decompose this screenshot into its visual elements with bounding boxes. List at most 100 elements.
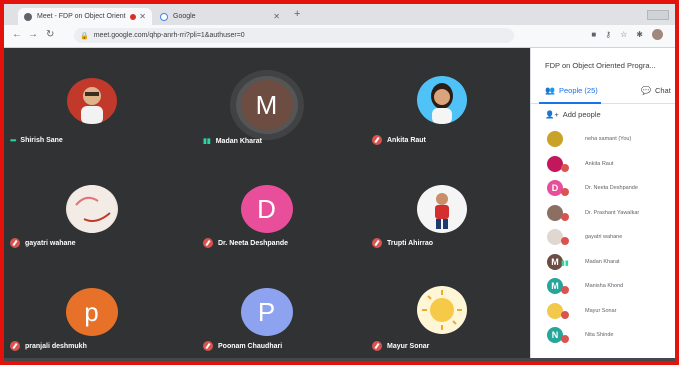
address-bar: ← → ↻ 🔒 meet.google.com/qhp-anrh-rri?pli…	[4, 25, 675, 48]
participant-photo	[66, 78, 117, 124]
avatar-initial: P	[240, 288, 293, 336]
participant-tile[interactable]: Mayur Sonar	[354, 254, 529, 357]
url-field[interactable]: 🔒 meet.google.com/qhp-anrh-rri?pli=1&aut…	[74, 28, 514, 43]
person-name: Madan Kharat	[585, 258, 620, 265]
list-item[interactable]: neha samant (You)	[531, 128, 675, 153]
mic-off-icon	[561, 212, 569, 221]
lock-icon: 🔒	[80, 32, 89, 40]
mic-off-icon	[10, 341, 20, 351]
participant-photo	[416, 76, 467, 124]
url-text: meet.google.com/qhp-anrh-rri?pli=1&authu…	[93, 32, 245, 39]
mic-off-icon	[561, 237, 569, 245]
participant-name: Trupti Ahirrao	[372, 238, 433, 248]
participant-tile[interactable]: gayatri wahane	[4, 151, 179, 254]
participant-name: Dr. Neeta Deshpande	[203, 238, 288, 248]
list-item[interactable]: M Manisha Khond	[531, 275, 675, 300]
forward-icon[interactable]: →	[28, 29, 38, 40]
people-list: neha samant (You) Ankita Raut D Dr. Neet…	[531, 128, 675, 349]
participant-tile[interactable]: ••• Shirish Sane	[4, 48, 179, 151]
meet-favicon-icon	[24, 12, 32, 21]
mic-off-icon	[10, 238, 20, 248]
tab-meet[interactable]: Meet - FDP on Object Orient ✕	[18, 8, 152, 25]
people-panel: FDP on Object Oriented Progra... 👥 Peopl…	[530, 48, 675, 361]
list-item[interactable]: D Dr. Neeta Deshpande	[531, 177, 675, 202]
tab-chat[interactable]: 💬 Chat	[641, 86, 671, 95]
person-name: Manisha Khond	[585, 283, 624, 289]
participant-tile[interactable]: Ankita Raut	[354, 48, 529, 151]
tab-meet-label: Meet - FDP on Object Orient	[37, 13, 126, 20]
close-tab-icon[interactable]: ✕	[273, 12, 280, 21]
participant-image	[416, 286, 467, 334]
participant-avatar: M	[235, 76, 298, 134]
address-bar-actions: ■ ⚷ ☆ ✱	[591, 29, 663, 40]
add-person-icon: 👤+	[545, 110, 559, 119]
mic-off-icon	[372, 341, 382, 351]
google-favicon-icon	[160, 12, 168, 21]
participant-name: ▮▮ Madan Kharat	[203, 137, 263, 146]
list-item[interactable]: Mayur Sonar	[531, 300, 675, 325]
participant-tile[interactable]: Trupti Ahirrao	[354, 151, 529, 254]
close-tab-icon[interactable]: ✕	[139, 12, 146, 21]
mic-off-icon	[561, 188, 569, 196]
participant-name: Mayur Sonar	[372, 341, 429, 351]
window-controls[interactable]	[647, 10, 669, 20]
add-people-button[interactable]: 👤+ Add people	[545, 110, 601, 119]
new-tab-icon[interactable]: +	[294, 8, 300, 20]
participant-name: Ankita Raut	[372, 135, 426, 145]
browser-tab-strip: Meet - FDP on Object Orient ✕ Google ✕ +	[4, 4, 675, 25]
avatar-initial: p	[65, 288, 118, 336]
camera-icon[interactable]: ■	[591, 30, 596, 40]
participant-photo	[416, 185, 467, 233]
meeting-grid: ••• Shirish Sane M ▮▮ Madan Kharat Ankit…	[4, 48, 530, 358]
audio-level-icon: ▮▮	[561, 259, 569, 267]
meeting-controls-bar	[4, 358, 675, 361]
screenshot-frame: Meet - FDP on Object Orient ✕ Google ✕ +…	[0, 0, 679, 365]
people-icon: 👥	[545, 86, 555, 95]
reload-icon[interactable]: ↻	[46, 29, 54, 40]
participant-tile[interactable]: D Dr. Neeta Deshpande	[179, 151, 354, 254]
chat-icon: 💬	[641, 86, 651, 95]
tab-google[interactable]: Google ✕	[154, 8, 286, 25]
mic-off-icon	[372, 135, 382, 145]
list-item[interactable]: gayatri wahane	[531, 226, 675, 251]
participant-name: pranjali deshmukh	[10, 341, 87, 351]
star-icon[interactable]: ☆	[620, 30, 627, 40]
panel-tabs: 👥 People (25) 💬 Chat	[531, 81, 675, 104]
participant-name: Poonam Chaudhari	[203, 341, 282, 351]
mic-off-icon	[561, 163, 569, 172]
person-name: Dr. Neeta Deshpande	[585, 185, 638, 191]
list-item[interactable]: N Nita Shinde	[531, 324, 675, 349]
profile-avatar[interactable]	[652, 29, 663, 40]
list-item[interactable]: Ankita Raut	[531, 153, 675, 178]
mic-off-icon	[561, 310, 569, 319]
active-tab-indicator	[539, 102, 601, 104]
participant-name: ••• Shirish Sane	[10, 136, 63, 145]
back-icon[interactable]: ←	[12, 29, 22, 40]
participant-tile[interactable]: p pranjali deshmukh	[4, 254, 179, 357]
list-item[interactable]: M ▮▮ Madan Kharat	[531, 251, 675, 276]
tab-people[interactable]: 👥 People (25)	[545, 86, 598, 95]
avatar-initial: D	[240, 185, 293, 233]
person-name: Mayur Sonar	[585, 307, 617, 314]
avatar	[547, 131, 563, 147]
person-name: Dr. Prashant Yawalkar	[585, 209, 640, 216]
participant-tile[interactable]: P Poonam Chaudhari	[179, 254, 354, 357]
tab-google-label: Google	[173, 13, 196, 20]
mic-off-icon	[203, 238, 213, 248]
mic-off-icon	[561, 286, 569, 294]
extension-icon[interactable]: ✱	[636, 30, 643, 40]
participant-tile[interactable]: M ▮▮ Madan Kharat	[179, 48, 354, 151]
key-icon[interactable]: ⚷	[605, 30, 611, 40]
list-item[interactable]: Dr. Prashant Yawalkar	[531, 202, 675, 227]
recording-icon	[129, 13, 136, 20]
audio-level-icon: ▮▮	[203, 138, 211, 145]
participant-image	[65, 185, 118, 233]
speaking-icon: •••	[10, 136, 16, 145]
mic-off-icon	[203, 341, 213, 351]
meeting-title: FDP on Object Oriented Progra...	[545, 61, 656, 70]
person-name: Nita Shinde	[585, 332, 614, 338]
avatar-initial: M	[240, 80, 293, 130]
mic-off-icon	[561, 335, 569, 343]
person-name: neha samant (You)	[585, 136, 632, 142]
mic-off-icon	[372, 238, 382, 248]
